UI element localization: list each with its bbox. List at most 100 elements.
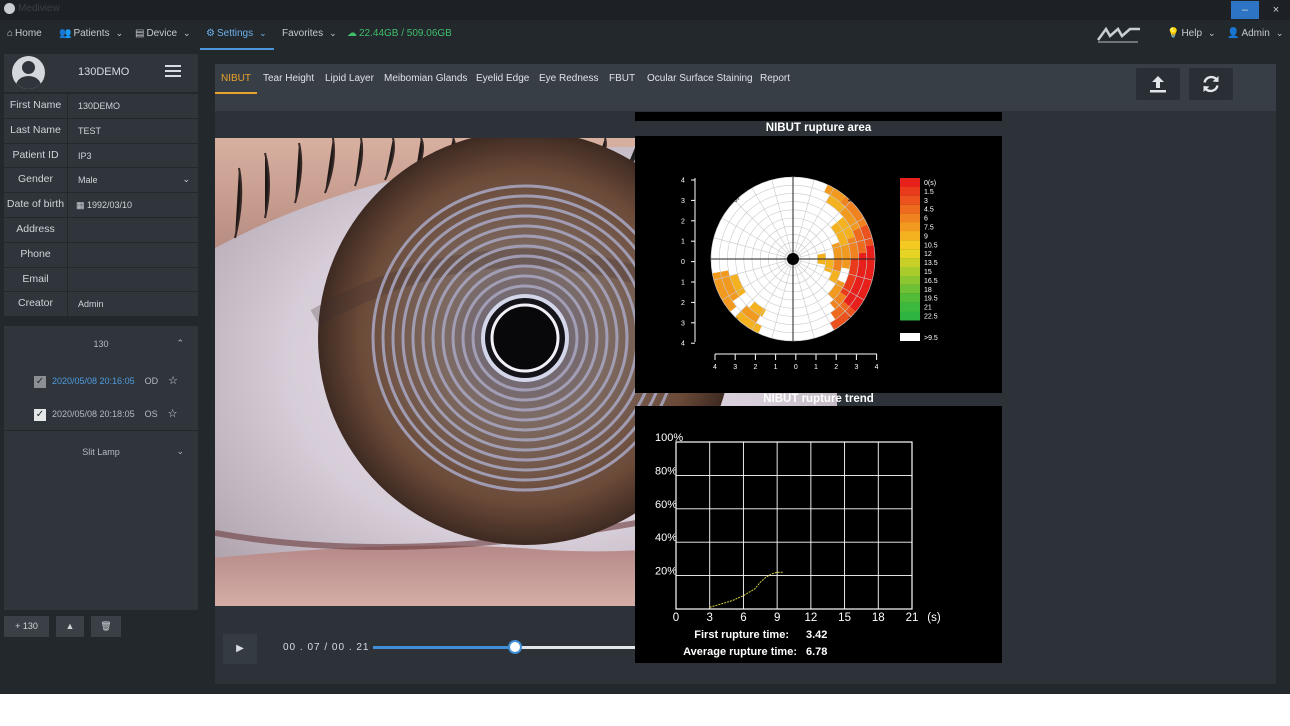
legend-label: 18 (924, 287, 932, 294)
exam-group-130[interactable]: 130 (4, 339, 198, 349)
y-tick-label: 2 (681, 218, 685, 225)
x-tick-label: 3 (854, 364, 858, 371)
dob-value[interactable]: ▦ 1992/03/10 (76, 200, 132, 211)
refresh-icon (1203, 75, 1219, 93)
field-gender[interactable]: Gender Male ⌄ (4, 168, 198, 194)
tab-tear-height[interactable]: Tear Height (263, 73, 314, 84)
y-tick-label: 3 (681, 198, 685, 205)
star-icon[interactable]: ☆ (168, 375, 178, 387)
stat-value: 6.78 (806, 646, 827, 658)
tab-ocular-surface-staining[interactable]: Ocular Surface Staining (647, 73, 753, 84)
device-icon: ▤ (135, 28, 145, 39)
patient-info-form: First Name 130DEMO Last Name TEST Patient … (4, 94, 198, 318)
x-tick-label: 9 (774, 612, 780, 624)
tab-eyelid-edge[interactable]: Eyelid Edge (476, 73, 529, 84)
chevron-up-icon[interactable]: ⌃ (176, 338, 184, 349)
field-creator: Creator Admin (4, 292, 198, 318)
field-last-name: Last Name TEST (4, 118, 198, 144)
legend-label: 21 (924, 305, 932, 312)
legend-label: 22.5 (924, 314, 938, 321)
y-tick-label: 3 (681, 320, 685, 327)
legend-label: 13.5 (924, 260, 938, 267)
field-email: Email (4, 267, 198, 293)
menu-device[interactable]: ▤ Device ⌄ (135, 28, 191, 39)
y-tick-label: 1 (681, 280, 685, 287)
delete-button[interactable]: 🗑 (91, 616, 121, 637)
tab-report[interactable]: Report (760, 73, 790, 84)
x-tick-label: 2 (753, 364, 757, 371)
y-tick-label: 60% (655, 499, 677, 511)
panel-top-strip (635, 112, 1002, 121)
exam-list: 130 ⌃ ✓ 2020/05/08 20:16:05 OD ☆ ✓ 2020/05/0… (4, 326, 198, 610)
chevron-down-icon[interactable]: ⌄ (176, 446, 184, 457)
divider (4, 430, 198, 431)
legend-swatch (900, 231, 920, 241)
y-tick-label: 100% (655, 432, 683, 444)
legend-label: 12 (924, 251, 932, 258)
user-icon: 👤 (1227, 28, 1240, 39)
move-up-button[interactable]: ▲ (56, 616, 84, 637)
legend-label: 4.5 (924, 207, 934, 214)
upload-button[interactable] (1136, 68, 1180, 100)
last-name-value[interactable]: TEST (78, 126, 101, 136)
minimize-button[interactable]: – (1231, 1, 1259, 19)
menu-settings[interactable]: ⚙ Settings ⌄ (206, 28, 267, 39)
exam-record[interactable]: ✓ 2020/05/08 20:16:05 OD ☆ (34, 374, 178, 388)
tab-lipid-layer[interactable]: Lipid Layer (325, 73, 374, 84)
x-tick-label: 6 (740, 612, 746, 624)
chevron-down-icon: ⌄ (183, 28, 191, 38)
app-window: Mediview – × ⌂ Home 👥 Patients ⌄ ▤ Device ⌄ ⚙… (0, 0, 1290, 694)
angle-label: 135° (728, 198, 739, 204)
legend-label: 10.5 (924, 242, 938, 249)
polar-center (787, 253, 799, 265)
add-exam-button[interactable]: + 130 (4, 616, 49, 637)
refresh-button[interactable] (1189, 68, 1233, 100)
tab-eye-redness[interactable]: Eye Redness (539, 73, 598, 84)
app-name: Mediview (18, 3, 60, 14)
legend-label: 0(s) (924, 180, 936, 187)
tab-meibomian-glands[interactable]: Meibomian Glands (384, 73, 467, 84)
rupture-area-panel: 90° 45° 0° 315° 270° 225° 180° 135° 4 3 2 1 0 1 2 3 4 4 3 2… (635, 136, 1002, 393)
legend-swatch (900, 333, 920, 341)
exam-group-slit-lamp[interactable]: Slit Lamp (4, 447, 198, 457)
legend-swatch (900, 284, 920, 294)
menu-favorites[interactable]: Favorites ⌄ (282, 28, 337, 39)
play-button[interactable]: ▶ (223, 634, 257, 664)
legend-label: 3 (924, 198, 928, 205)
menu-hamburger-icon[interactable] (165, 65, 181, 80)
close-button[interactable]: × (1262, 1, 1290, 19)
chevron-down-icon: ⌄ (182, 174, 190, 185)
first-name-value[interactable]: 130DEMO (78, 101, 120, 111)
x-tick-label: 4 (875, 364, 879, 371)
y-tick-label: 80% (655, 465, 677, 477)
exam-tabs: NIBUT Tear Height Lipid Layer Meibomian … (215, 64, 1276, 111)
menu-user[interactable]: 👤 Admin ⌄ (1227, 28, 1283, 39)
gender-select[interactable]: Male (78, 175, 98, 185)
seek-handle[interactable] (508, 640, 523, 654)
rupture-trend-title: NIBUT rupture trend (763, 393, 874, 405)
tab-nibut[interactable]: NIBUT (221, 73, 251, 84)
chevron-down-icon: ⌄ (115, 28, 124, 38)
field-dob: Date of birth ▦ 1992/03/10 (4, 193, 198, 218)
patient-id-value[interactable]: IP3 (78, 151, 92, 161)
x-tick-label: 15 (838, 612, 851, 624)
menu-help[interactable]: 💡 Help ⌄ (1167, 28, 1216, 39)
checkbox-icon[interactable]: ✓ (34, 408, 46, 421)
menu-home[interactable]: ⌂ Home (7, 28, 42, 39)
rupture-area-chart: 90°45°0°315°270°225°180°135°4321012344 3 2… (681, 171, 938, 371)
gear-icon: ⚙ (206, 28, 215, 39)
title-bar: Mediview – × (0, 0, 1290, 20)
tab-fbut[interactable]: FBUT (609, 73, 635, 84)
patient-name: 130DEMO (78, 66, 130, 78)
menu-patients[interactable]: 👥 Patients ⌄ (59, 28, 123, 39)
checkbox-icon[interactable]: ✓ (34, 375, 46, 388)
stat-label: Average rupture time: (683, 646, 797, 658)
storage-indicator: ☁ 22.44GB / 509.06GB (347, 28, 452, 39)
chevron-down-icon: ⌄ (1275, 28, 1284, 38)
y-tick-label: 1 (681, 239, 685, 246)
exam-record[interactable]: ✓ 2020/05/08 20:18:05 OS ☆ (34, 407, 177, 421)
angle-label: 45° (848, 198, 856, 204)
star-icon[interactable]: ☆ (168, 408, 178, 420)
legend-swatch (900, 293, 920, 303)
legend-swatch (900, 213, 920, 223)
